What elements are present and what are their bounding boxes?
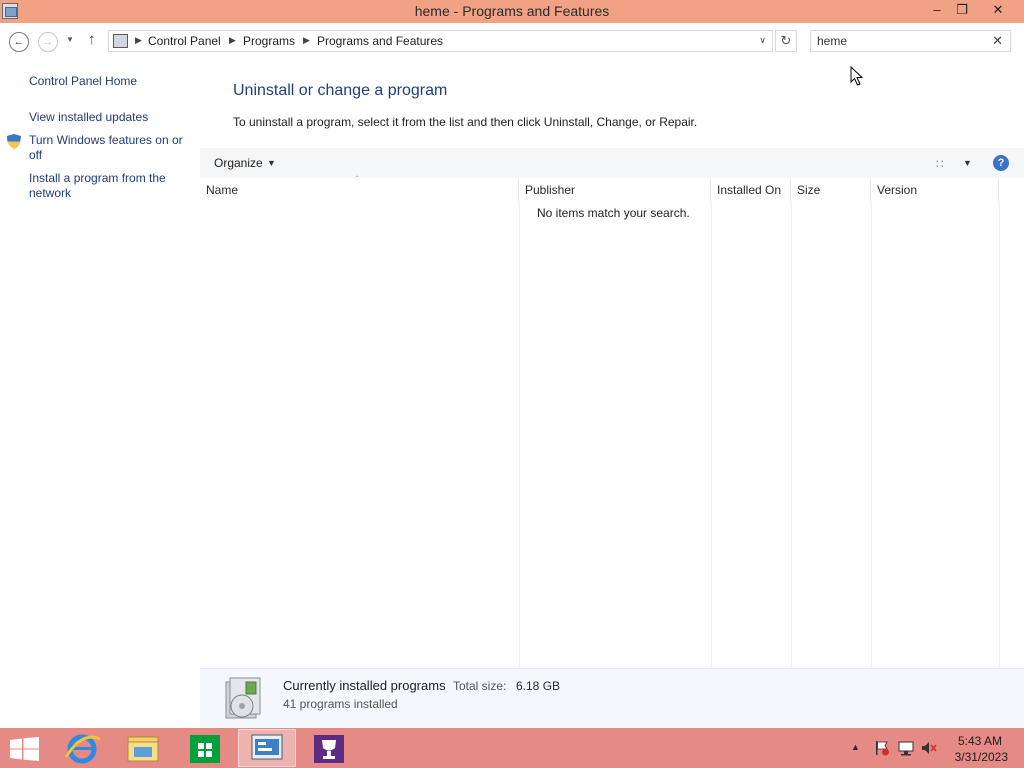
empty-results-message: No items match your search.: [537, 206, 690, 220]
address-dropdown-chevron-down-icon[interactable]: ∨: [759, 35, 766, 46]
up-button[interactable]: ↑: [88, 31, 96, 48]
taskbar-file-explorer[interactable]: [114, 729, 172, 767]
programs-count: 41 programs installed: [283, 697, 398, 711]
show-hidden-icons-button[interactable]: ▲: [851, 742, 860, 752]
column-divider: [711, 202, 712, 668]
uac-shield-icon: [7, 134, 21, 149]
total-size-value: 6.18 GB: [516, 679, 561, 693]
total-size-label: Total size:: [453, 679, 507, 693]
page-title: Uninstall or change a program: [233, 82, 448, 99]
ie-icon: [64, 734, 101, 764]
tasks-pane: Control Panel Home View installed update…: [0, 59, 200, 728]
store-icon: [190, 735, 220, 763]
command-toolbar: Organize ▼ ∷ ▼ ?: [200, 148, 1024, 178]
change-view-icon[interactable]: ∷: [936, 157, 944, 171]
help-icon[interactable]: ?: [993, 155, 1009, 171]
view-options-chevron-down-icon[interactable]: ▼: [963, 158, 972, 168]
column-divider: [871, 202, 872, 668]
column-header-size[interactable]: Size: [791, 178, 871, 202]
restore-button[interactable]: ❐: [947, 0, 977, 20]
column-divider: [791, 202, 792, 668]
search-box[interactable]: heme ✕: [810, 30, 1011, 52]
breadcrumb-control-panel[interactable]: Control Panel: [148, 34, 221, 48]
window-title: heme - Programs and Features: [414, 3, 610, 19]
installed-programs-icon: [225, 677, 261, 719]
organize-button[interactable]: Organize: [214, 156, 263, 170]
back-button[interactable]: ←: [9, 32, 29, 52]
navigation-bar: ← → ▼ ↑ ▶ Control Panel ▶ Programs ▶ Pro…: [0, 23, 1024, 59]
sidebar-item-view-installed-updates[interactable]: View installed updates: [29, 110, 194, 125]
recent-locations-chevron-down-icon[interactable]: ▼: [66, 35, 74, 44]
folder-icon: [127, 736, 159, 762]
main-content: Uninstall or change a program To uninsta…: [200, 59, 1024, 728]
control-panel-icon: [113, 34, 128, 48]
column-header-name[interactable]: Name: [200, 178, 519, 202]
breadcrumb-separator-icon[interactable]: ▶: [303, 35, 310, 46]
breadcrumb-programs[interactable]: Programs: [243, 34, 295, 48]
trophy-icon: [314, 735, 344, 763]
column-header-version[interactable]: Version: [871, 178, 999, 202]
instructions-text: To uninstall a program, select it from t…: [233, 115, 698, 129]
network-icon[interactable]: [898, 740, 914, 756]
sidebar-item-control-panel-home[interactable]: Control Panel Home: [29, 74, 194, 89]
taskbar-internet-explorer[interactable]: [54, 729, 112, 767]
details-title: Currently installed programs: [283, 678, 446, 693]
column-divider: [999, 202, 1000, 668]
clear-search-close-icon[interactable]: ✕: [992, 33, 1003, 49]
column-header-installed-on[interactable]: Installed On: [711, 178, 791, 202]
sidebar-item-install-from-network[interactable]: Install a program from the network: [29, 171, 194, 201]
control-panel-icon: [251, 734, 283, 760]
taskbar-control-panel[interactable]: [238, 729, 296, 767]
forward-button[interactable]: →: [38, 32, 58, 52]
details-pane: Currently installed programs Total size:…: [200, 668, 1024, 728]
search-input[interactable]: heme: [817, 34, 847, 48]
windows-logo-icon[interactable]: [10, 737, 39, 761]
clock-time[interactable]: 5:43 AM: [956, 734, 1002, 748]
taskbar-store[interactable]: [176, 729, 234, 767]
address-bar[interactable]: ▶ Control Panel ▶ Programs ▶ Programs an…: [108, 30, 773, 52]
breadcrumb-separator-icon[interactable]: ▶: [229, 35, 236, 46]
mouse-pointer-icon: [850, 66, 864, 86]
column-header-publisher[interactable]: Publisher: [519, 178, 711, 202]
organize-chevron-down-icon[interactable]: ▼: [267, 158, 276, 168]
breadcrumb-separator-icon[interactable]: ▶: [135, 35, 142, 46]
column-divider: [519, 202, 520, 668]
refresh-button[interactable]: ↻: [775, 30, 797, 52]
taskbar: ▲ 5:43 AM 3/31/2023: [0, 728, 1024, 768]
clock-date[interactable]: 3/31/2023: [946, 750, 1008, 764]
close-button[interactable]: ✕: [983, 0, 1013, 20]
sidebar-item-windows-features[interactable]: Turn Windows features on or off: [29, 133, 194, 163]
title-bar: heme - Programs and Features – ❐ ✕: [0, 0, 1024, 23]
taskbar-trophy-app[interactable]: [300, 729, 358, 767]
volume-muted-icon[interactable]: [921, 740, 937, 756]
breadcrumb-programs-and-features[interactable]: Programs and Features: [317, 34, 443, 48]
action-center-flag-icon[interactable]: [874, 740, 890, 756]
